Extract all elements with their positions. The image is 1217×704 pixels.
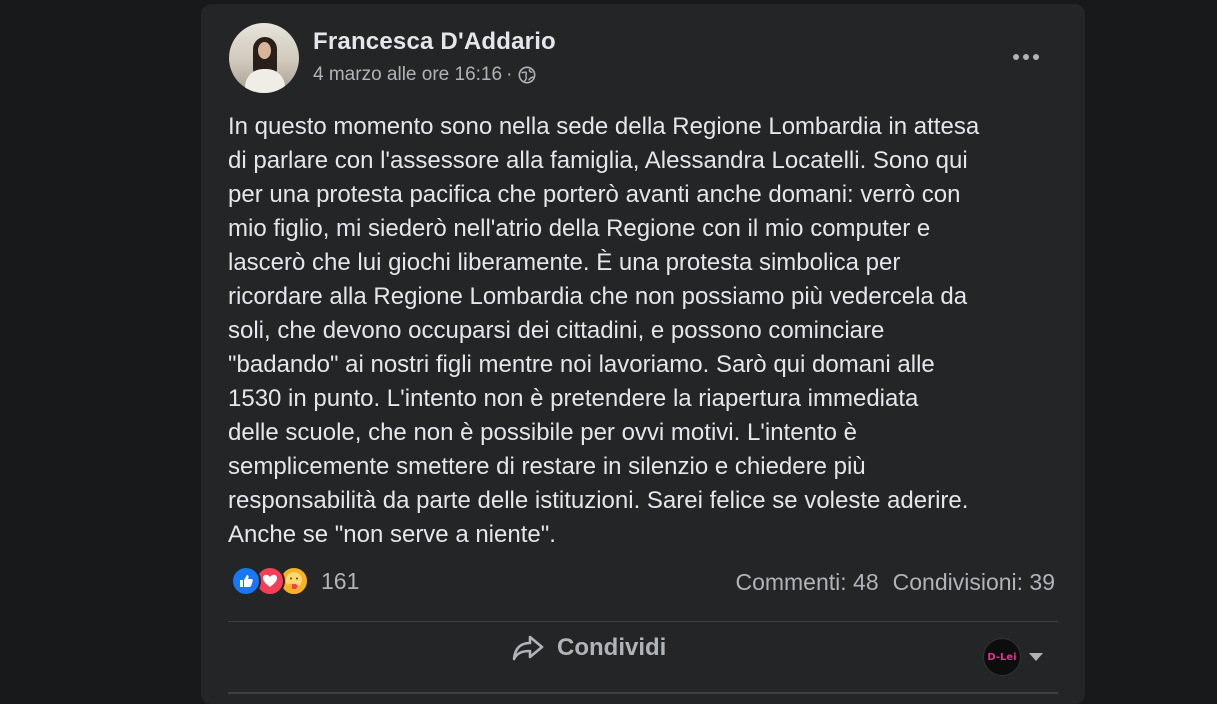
chevron-down-icon [1029, 653, 1043, 661]
dot-icon [1023, 54, 1029, 60]
comments-count[interactable]: Commenti: 48 [735, 569, 878, 596]
more-options-button[interactable] [1001, 42, 1051, 72]
shares-count[interactable]: Condivisioni: 39 [893, 569, 1055, 596]
post-card: Francesca D'Addario 4 marzo alle ore 16:… [201, 4, 1085, 704]
share-button[interactable]: Condividi [511, 634, 666, 662]
dot-icon [1033, 54, 1039, 60]
reaction-count: 161 [321, 567, 360, 594]
like-icon [231, 566, 261, 596]
dot-icon [1013, 54, 1019, 60]
globe-icon [518, 66, 536, 84]
divider [228, 621, 1058, 622]
share-icon [512, 635, 544, 661]
avatar-face [258, 42, 271, 59]
post-body-text: In questo momento sono nella sede della … [228, 113, 980, 548]
post-timestamp[interactable]: 4 marzo alle ore 16:16 [313, 64, 502, 86]
author-avatar[interactable] [229, 23, 299, 93]
avatar-body [245, 69, 285, 93]
meta-separator: · [506, 64, 513, 85]
page-avatar: D-Lei [983, 638, 1021, 676]
reactions-summary[interactable]: 161 [231, 566, 359, 596]
post-stats: Commenti: 48 Condivisioni: 39 [735, 569, 1055, 596]
post-meta: 4 marzo alle ore 16:16 · [313, 64, 536, 86]
share-label: Condividi [557, 634, 667, 661]
author-name[interactable]: Francesca D'Addario [313, 28, 556, 56]
profile-switcher[interactable]: D-Lei [983, 638, 1043, 676]
